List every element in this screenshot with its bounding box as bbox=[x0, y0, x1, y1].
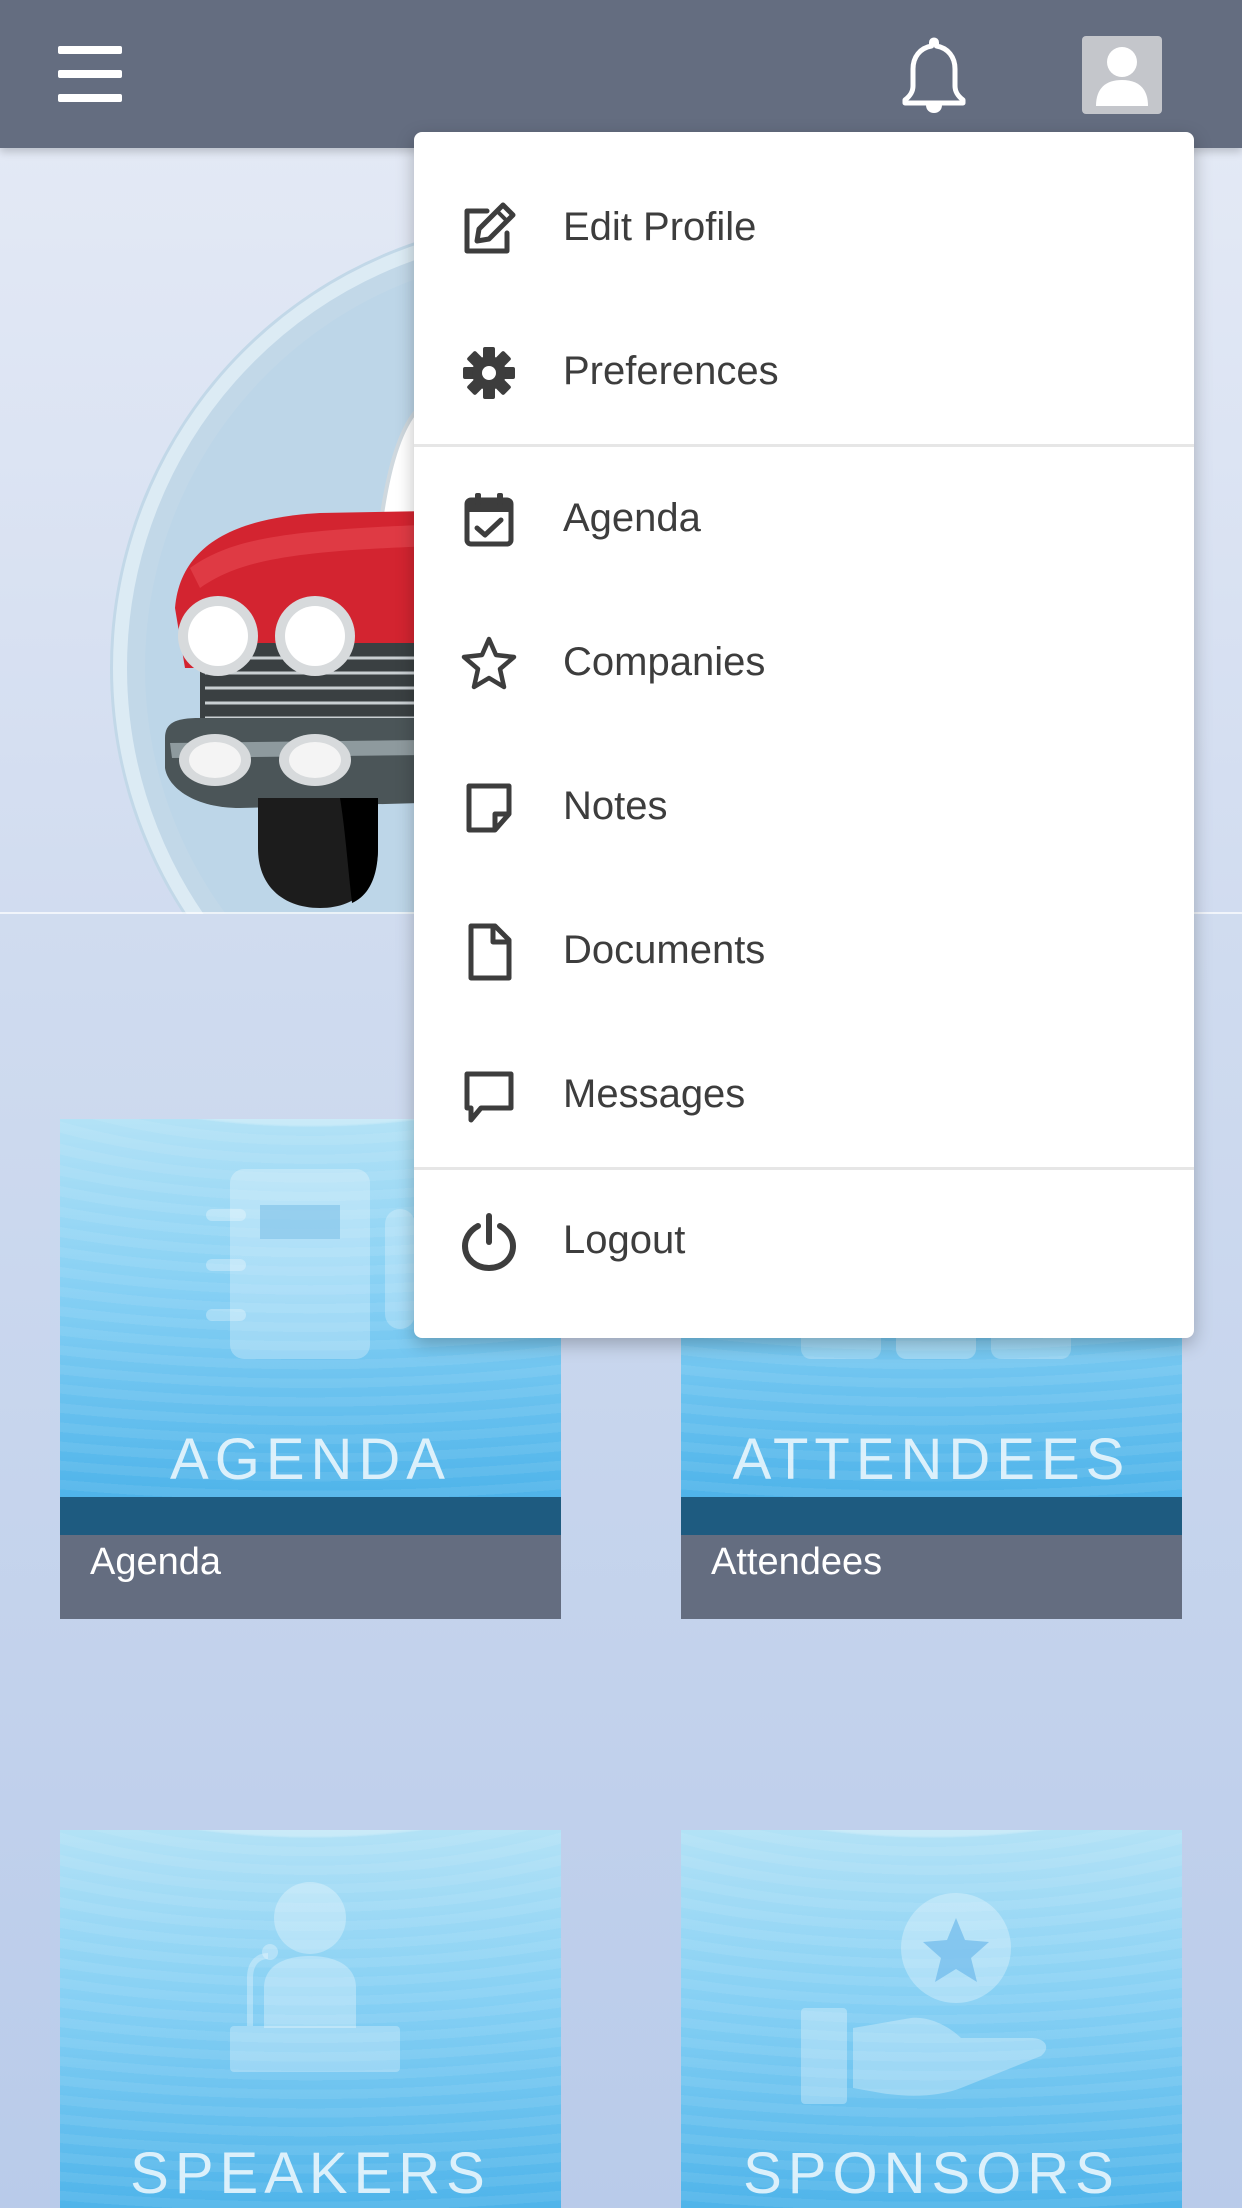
calendar-check-icon bbox=[464, 493, 514, 547]
tile-attendees-strip bbox=[681, 1497, 1182, 1535]
user-avatar-icon[interactable] bbox=[1082, 36, 1162, 114]
tile-speakers-art: SPEAKERS bbox=[60, 1830, 561, 2208]
sticky-note-icon bbox=[466, 783, 512, 833]
document-icon bbox=[468, 923, 512, 981]
menu-item-edit-profile[interactable]: Edit Profile bbox=[414, 169, 1194, 289]
menu-item-preferences[interactable]: Preferences bbox=[414, 313, 1194, 433]
menu-item-label: Agenda bbox=[563, 496, 701, 540]
edit-icon bbox=[464, 202, 516, 254]
tile-agenda-strip bbox=[60, 1497, 561, 1535]
notebook-icon bbox=[206, 1169, 415, 1359]
tile-sponsors-word: SPONSORS bbox=[743, 2141, 1120, 2206]
star-icon bbox=[461, 636, 517, 690]
menu-item-agenda[interactable]: Agenda bbox=[414, 460, 1194, 580]
menu-item-label: Documents bbox=[563, 928, 766, 972]
tile-attendees-word: ATTENDEES bbox=[732, 1427, 1131, 1492]
menu-item-label: Notes bbox=[563, 784, 668, 828]
gear-icon bbox=[463, 347, 515, 399]
top-bar bbox=[0, 0, 1242, 148]
menu-item-label: Messages bbox=[563, 1072, 746, 1116]
user-dropdown-menu: Edit Profile Preferences Agenda Companie… bbox=[414, 132, 1194, 1338]
tile-agenda-caption: Agenda bbox=[60, 1535, 561, 1619]
menu-item-messages[interactable]: Messages bbox=[414, 1036, 1194, 1156]
menu-item-notes[interactable]: Notes bbox=[414, 748, 1194, 868]
power-icon bbox=[461, 1213, 517, 1272]
message-icon bbox=[464, 1071, 514, 1123]
hamburger-icon[interactable] bbox=[58, 46, 122, 102]
bell-icon[interactable] bbox=[898, 36, 970, 114]
menu-item-label: Companies bbox=[563, 640, 766, 684]
menu-item-label: Edit Profile bbox=[563, 205, 757, 249]
speaker-podium-icon bbox=[230, 1882, 400, 2072]
tile-agenda-word: AGENDA bbox=[170, 1427, 451, 1492]
tile-sponsors[interactable]: SPONSORS bbox=[681, 1830, 1182, 2208]
menu-item-documents[interactable]: Documents bbox=[414, 892, 1194, 1012]
tile-speakers[interactable]: SPEAKERS bbox=[60, 1830, 561, 2208]
tile-attendees-caption: Attendees bbox=[681, 1535, 1182, 1619]
hand-star-icon bbox=[801, 1893, 1047, 2104]
tile-sponsors-art: SPONSORS bbox=[681, 1830, 1182, 2208]
menu-item-logout[interactable]: Logout bbox=[414, 1182, 1194, 1302]
tile-speakers-word: SPEAKERS bbox=[130, 2141, 491, 2206]
menu-item-label: Preferences bbox=[563, 349, 779, 393]
menu-divider bbox=[414, 444, 1194, 447]
menu-item-companies[interactable]: Companies bbox=[414, 604, 1194, 724]
menu-divider bbox=[414, 1167, 1194, 1170]
menu-item-label: Logout bbox=[563, 1218, 686, 1262]
